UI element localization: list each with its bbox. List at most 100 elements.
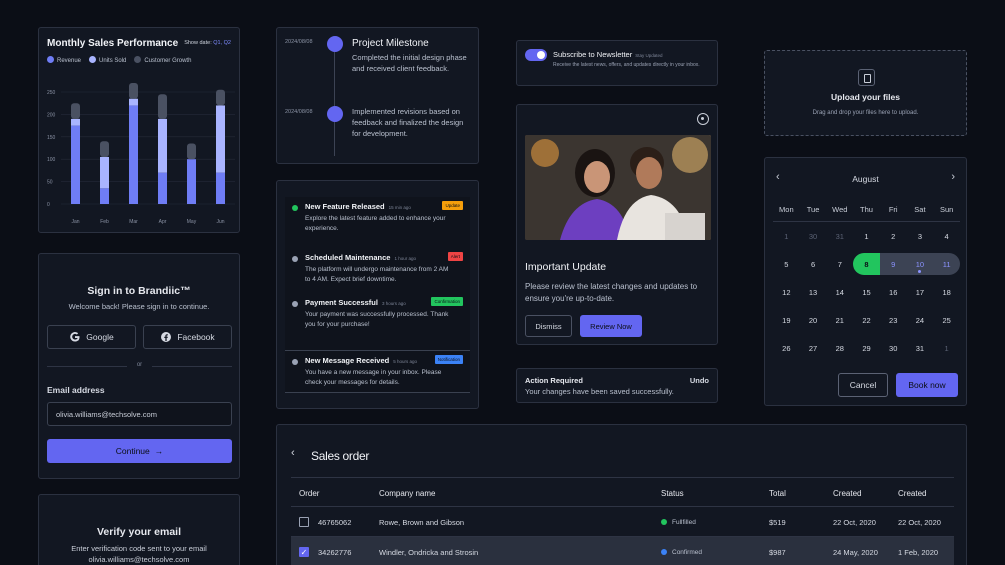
calendar-day[interactable]: 26	[773, 334, 800, 362]
calendar-day[interactable]: 16	[880, 278, 907, 306]
col-company[interactable]: Company name	[379, 478, 435, 508]
calendar-day[interactable]: 21	[826, 306, 853, 334]
bar-customer-growth-mar[interactable]	[129, 83, 138, 99]
timeline-line	[334, 52, 335, 156]
or-divider: or	[47, 362, 232, 368]
calendar-day[interactable]: 30	[880, 334, 907, 362]
google-button[interactable]: Google	[47, 325, 136, 349]
cancel-button[interactable]: Cancel	[838, 373, 888, 397]
calendar-day[interactable]: 31	[826, 222, 853, 250]
col-created-2[interactable]: Created	[898, 478, 926, 508]
bar-units-sold-apr[interactable]	[158, 118, 167, 173]
notification-item[interactable]: Payment Successful 3 hours ago Your payme…	[285, 293, 470, 351]
calendar-day[interactable]: 7	[826, 250, 853, 278]
col-status[interactable]: Status	[661, 478, 684, 508]
review-now-button[interactable]: Review Now	[580, 315, 642, 337]
calendar-day[interactable]: 15	[853, 278, 880, 306]
calendar-day[interactable]: 11	[933, 253, 960, 275]
calendar-day[interactable]: 14	[826, 278, 853, 306]
bar-customer-growth-feb[interactable]	[100, 141, 109, 157]
col-total[interactable]: Total	[769, 478, 786, 508]
notification-tag: Alert	[447, 252, 463, 261]
checkbox-checked[interactable]: ✓	[299, 547, 309, 557]
notification-title-text: Payment Successful	[305, 298, 378, 307]
update-title: Important Update	[525, 261, 607, 273]
notification-item[interactable]: New Feature Released 15 min ago Explore t…	[285, 197, 470, 249]
calendar-day[interactable]: 5	[773, 250, 800, 278]
chevron-right-icon[interactable]: ›	[951, 171, 955, 183]
bar-units-sold-jan[interactable]	[71, 118, 80, 126]
calendar-day[interactable]: 23	[880, 306, 907, 334]
calendar-day[interactable]: 24	[907, 306, 934, 334]
bar-customer-growth-may[interactable]	[187, 143, 196, 160]
calendar-day[interactable]: 3	[907, 222, 934, 250]
order-total: $987	[769, 547, 786, 557]
bar-customer-growth-jan[interactable]	[71, 103, 80, 119]
col-created[interactable]: Created	[833, 478, 861, 508]
checkbox[interactable]	[299, 517, 309, 527]
calendar-day[interactable]: 19	[773, 306, 800, 334]
dismiss-button[interactable]: Dismiss	[525, 315, 572, 337]
calendar-day[interactable]: 12	[773, 278, 800, 306]
calendar-day[interactable]: 22	[853, 306, 880, 334]
bar-revenue-jan[interactable]	[71, 125, 80, 204]
table-row[interactable]: ✓ 34262776 Windler, Ondricka and Strosin…	[291, 537, 954, 565]
notification-title-text: Scheduled Maintenance	[305, 253, 391, 262]
signin-card: Sign in to Brandiic™ Welcome back! Pleas…	[38, 253, 240, 479]
x-tick-label: May	[187, 219, 197, 225]
undo-button[interactable]: Undo	[690, 376, 709, 385]
calendar-day[interactable]: 27	[800, 334, 827, 362]
calendar-day-selected[interactable]: 8	[853, 253, 880, 275]
bar-units-sold-feb[interactable]	[100, 156, 109, 189]
row-checkbox[interactable]	[299, 507, 309, 537]
bar-customer-growth-jun[interactable]	[216, 89, 225, 106]
facebook-button[interactable]: Facebook	[143, 325, 232, 349]
newsletter-title-text: Subscribe to Newsletter	[553, 50, 633, 59]
calendar-day[interactable]: 4	[933, 222, 960, 250]
newsletter-toggle[interactable]	[525, 49, 547, 61]
email-label: Email address	[47, 385, 105, 395]
notification-tag: Update	[442, 201, 463, 210]
calendar-day[interactable]: 9	[879, 253, 907, 275]
calendar-day[interactable]: 29	[853, 334, 880, 362]
weekday-label: Mon	[773, 198, 800, 222]
calendar-day[interactable]: 31	[907, 334, 934, 362]
calendar-day[interactable]: 2	[880, 222, 907, 250]
col-order[interactable]: Order	[299, 478, 319, 508]
table-row[interactable]: 46765062 Rowe, Brown and Gibson Fullfill…	[291, 507, 954, 537]
bar-units-sold-mar[interactable]	[129, 98, 138, 106]
row-checkbox[interactable]: ✓	[299, 537, 309, 565]
milestone-card: 2024/08/08 Project Milestone Completed t…	[276, 27, 479, 164]
calendar-day[interactable]: 1	[933, 334, 960, 362]
continue-button[interactable]: Continue →	[47, 439, 232, 463]
calendar-day[interactable]: 13	[800, 278, 827, 306]
bar-revenue-may[interactable]	[187, 159, 196, 204]
calendar-day[interactable]: 1	[773, 222, 800, 250]
calendar-day[interactable]: 10	[906, 253, 934, 275]
bar-revenue-feb[interactable]	[100, 188, 109, 204]
bar-units-sold-jun[interactable]	[216, 105, 225, 173]
bar-revenue-jun[interactable]	[216, 172, 225, 204]
notification-item[interactable]: New Message Received 5 hours ago You have…	[285, 351, 470, 393]
calendar-day[interactable]: 1	[853, 222, 880, 250]
calendar-day[interactable]: 17	[907, 278, 934, 306]
bar-customer-growth-apr[interactable]	[158, 94, 167, 119]
status-dot	[292, 205, 298, 211]
calendar-day[interactable]: 25	[933, 306, 960, 334]
bar-revenue-apr[interactable]	[158, 172, 167, 204]
verify-email: olivia.williams@techsolve.com	[88, 555, 190, 564]
upload-dropzone[interactable]: Upload your files Drag and drop your fil…	[764, 50, 967, 136]
calendar-card: ‹ August › Mon Tue Wed Thu Fri Sat Sun 1 30 31 1 2 3…	[764, 157, 967, 406]
back-chevron-icon[interactable]: ‹	[291, 447, 295, 459]
settings-icon[interactable]	[697, 113, 709, 125]
bar-revenue-mar[interactable]	[129, 105, 138, 204]
calendar-day[interactable]: 30	[800, 222, 827, 250]
calendar-day[interactable]: 18	[933, 278, 960, 306]
calendar-day[interactable]: 6	[800, 250, 827, 278]
milestone-title: Project Milestone	[352, 38, 429, 49]
email-field[interactable]: olivia.williams@techsolve.com	[47, 402, 232, 426]
status-label: Confirmed	[672, 548, 702, 556]
book-now-button[interactable]: Book now	[896, 373, 958, 397]
calendar-day[interactable]: 28	[826, 334, 853, 362]
calendar-day[interactable]: 20	[800, 306, 827, 334]
